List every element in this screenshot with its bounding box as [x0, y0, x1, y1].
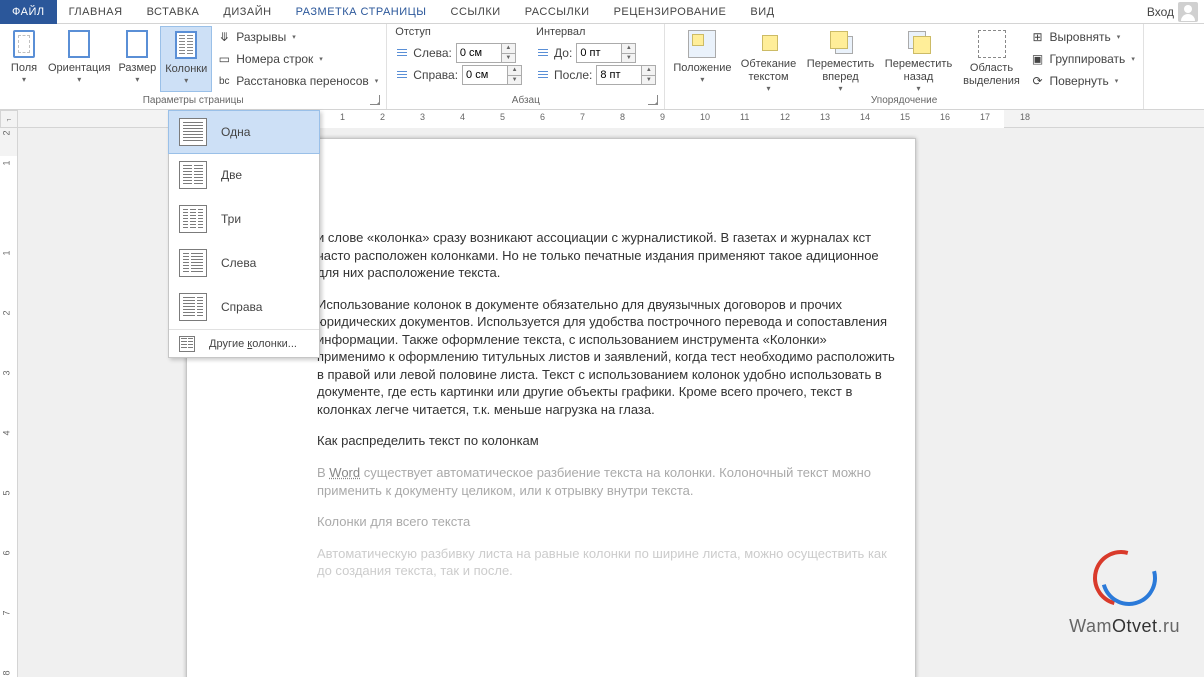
- tab-references[interactable]: ССЫЛКИ: [439, 0, 513, 24]
- columns-right-icon: [179, 293, 207, 321]
- avatar-icon: [1178, 2, 1198, 22]
- vertical-ruler[interactable]: 2112345678: [0, 128, 18, 677]
- tab-mailings[interactable]: РАССЫЛКИ: [513, 0, 602, 24]
- doc-paragraph: В Word существует автоматическое разбиен…: [317, 464, 895, 499]
- send-backward-icon: [905, 28, 933, 56]
- group-paragraph: Отступ Слева: ▲▼ Справа: ▲▼ Интервал До:: [387, 24, 665, 109]
- spacing-after-input[interactable]: ▲▼: [596, 65, 656, 85]
- doc-paragraph: Как распределить текст по колонкам: [317, 432, 895, 450]
- spacing-after-row: После: ▲▼: [532, 64, 660, 86]
- spacing-before-row: До: ▲▼: [532, 42, 660, 64]
- indent-right-row: Справа: ▲▼: [391, 64, 526, 86]
- tab-insert[interactable]: ВСТАВКА: [135, 0, 212, 24]
- line-numbers-button[interactable]: ▭ Номера строк▾: [212, 48, 382, 70]
- columns-three[interactable]: Три: [169, 197, 319, 241]
- rotate-button[interactable]: ⟳Повернуть▾: [1026, 70, 1139, 92]
- watermark: WamOtvet.ru: [1069, 546, 1180, 637]
- columns-icon: [175, 31, 197, 59]
- spacing-before-icon: [536, 46, 550, 60]
- position-icon: [688, 30, 716, 58]
- breaks-icon: ⤋: [216, 29, 232, 45]
- group-icon: ▣: [1030, 51, 1046, 67]
- doc-paragraph: Использование колонок в документе обязат…: [317, 296, 895, 419]
- dialog-launcher-icon[interactable]: [370, 95, 380, 105]
- wrap-icon: [755, 28, 783, 56]
- indent-left-row: Слева: ▲▼: [391, 42, 526, 64]
- word-link[interactable]: Word: [329, 465, 360, 480]
- columns-more[interactable]: Другие колонки...: [169, 329, 319, 357]
- position-button[interactable]: Положение ▾: [669, 26, 735, 92]
- columns-two[interactable]: Две: [169, 153, 319, 197]
- spacing-after-icon: [536, 68, 550, 82]
- columns-button[interactable]: Колонки ▾: [160, 26, 212, 92]
- selection-pane-button[interactable]: Область выделения: [958, 26, 1026, 92]
- spacing-before-input[interactable]: ▲▼: [576, 43, 636, 63]
- columns-one-icon: [179, 118, 207, 146]
- size-icon: [126, 30, 148, 58]
- tab-file[interactable]: ФАЙЛ: [0, 0, 57, 24]
- line-numbers-icon: ▭: [216, 51, 232, 67]
- columns-three-icon: [179, 205, 207, 233]
- selection-icon: [978, 30, 1006, 58]
- doc-paragraph: и слове «колонка» сразу возникают ассоци…: [317, 229, 895, 282]
- login-area[interactable]: Вход: [1147, 2, 1204, 22]
- columns-left[interactable]: Слева: [169, 241, 319, 285]
- indent-right-icon: [395, 68, 409, 82]
- columns-more-icon: [179, 336, 195, 352]
- columns-right[interactable]: Справа: [169, 285, 319, 329]
- columns-dropdown: Одна Две Три Слева Справа Другие колонки…: [168, 110, 320, 358]
- bring-forward-icon: [827, 28, 855, 56]
- login-label: Вход: [1147, 5, 1174, 19]
- chevron-down-icon: ▾: [184, 76, 188, 85]
- send-backward-button[interactable]: Переместить назад ▾: [880, 26, 958, 92]
- ribbon: Поля ▾ Ориентация ▾ Размер ▾ Колонки ▾ ⤋: [0, 24, 1204, 110]
- breaks-button[interactable]: ⤋ Разрывы▾: [212, 26, 382, 48]
- tab-strip: ФАЙЛ ГЛАВНАЯ ВСТАВКА ДИЗАЙН РАЗМЕТКА СТР…: [0, 0, 1204, 24]
- tab-page-layout[interactable]: РАЗМЕТКА СТРАНИЦЫ: [284, 0, 439, 24]
- margins-icon: [13, 30, 35, 58]
- margins-button[interactable]: Поля ▾: [4, 26, 44, 92]
- rotate-icon: ⟳: [1030, 73, 1046, 89]
- group-arrange: Положение ▾ Обтекание текстом ▾ Перемест…: [665, 24, 1143, 109]
- indent-left-icon: [395, 46, 409, 60]
- doc-paragraph: Колонки для всего текста: [317, 513, 895, 531]
- tab-home[interactable]: ГЛАВНАЯ: [57, 0, 135, 24]
- tab-view[interactable]: ВИД: [738, 0, 786, 24]
- doc-paragraph: Автоматическую разбивку листа на равные …: [317, 545, 895, 580]
- columns-one[interactable]: Одна: [168, 110, 320, 154]
- chevron-down-icon: ▾: [135, 75, 139, 84]
- group-label-arrange: Упорядочение: [669, 93, 1138, 109]
- chevron-down-icon: ▾: [77, 75, 81, 84]
- indent-title: Отступ: [391, 26, 526, 42]
- group-label-page-setup: Параметры страницы: [4, 93, 382, 109]
- dialog-launcher-icon[interactable]: [648, 95, 658, 105]
- tab-design[interactable]: ДИЗАЙН: [211, 0, 283, 24]
- indent-left-input[interactable]: ▲▼: [456, 43, 516, 63]
- hyphenation-button[interactable]: bc Расстановка переносов▾: [212, 70, 382, 92]
- chevron-down-icon: ▾: [22, 75, 26, 84]
- hyphenation-icon: bc: [216, 73, 232, 89]
- orientation-icon: [68, 30, 90, 58]
- indent-right-input[interactable]: ▲▼: [462, 65, 522, 85]
- tab-review[interactable]: РЕЦЕНЗИРОВАНИЕ: [602, 0, 739, 24]
- columns-left-icon: [179, 249, 207, 277]
- columns-two-icon: [179, 161, 207, 189]
- wrap-text-button[interactable]: Обтекание текстом ▾: [736, 26, 802, 92]
- group-button[interactable]: ▣Группировать▾: [1026, 48, 1139, 70]
- group-label-paragraph: Абзац: [391, 93, 660, 109]
- align-icon: ⊞: [1030, 29, 1046, 45]
- orientation-button[interactable]: Ориентация ▾: [44, 26, 114, 92]
- group-page-setup: Поля ▾ Ориентация ▾ Размер ▾ Колонки ▾ ⤋: [0, 24, 387, 109]
- size-button[interactable]: Размер ▾: [114, 26, 160, 92]
- align-button[interactable]: ⊞Выровнять▾: [1026, 26, 1139, 48]
- ruler-corner[interactable]: ⌐: [0, 110, 18, 128]
- bring-forward-button[interactable]: Переместить вперед ▾: [802, 26, 880, 92]
- watermark-logo-icon: [1093, 546, 1157, 610]
- spacing-title: Интервал: [532, 26, 660, 42]
